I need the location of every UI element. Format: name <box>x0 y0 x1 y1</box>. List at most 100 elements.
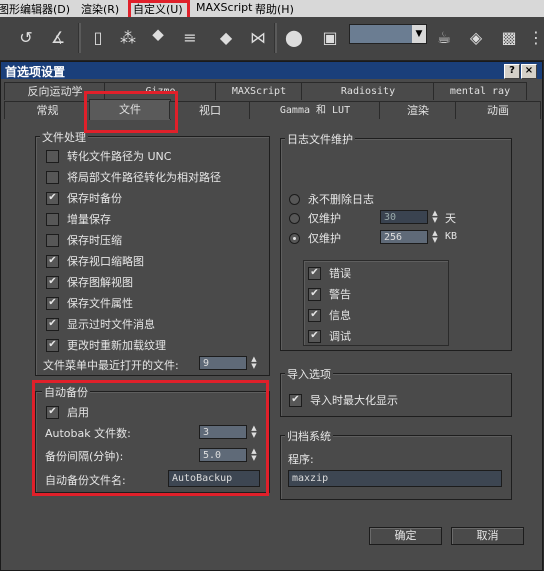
toolbar-separator <box>274 23 277 53</box>
file-option-label: 保存时压缩 <box>67 234 122 247</box>
log-never-delete-row[interactable]: 永不删除日志 <box>289 191 374 207</box>
tab-animation[interactable]: 动画 <box>455 101 541 119</box>
highlight-auto-backup <box>32 380 269 496</box>
file-option-row[interactable]: ✔ 保存视口缩略图 <box>46 253 144 269</box>
file-option-checkbox[interactable] <box>46 149 59 163</box>
cancel-button[interactable]: 取消 <box>451 527 524 545</box>
file-option-row[interactable]: ✔ 显示过时文件消息 <box>46 316 155 332</box>
spinner-arrows-icon[interactable]: ▲ ▼ <box>250 356 258 370</box>
file-option-checkbox[interactable]: ✔ <box>46 296 59 310</box>
log-keep-size-row[interactable]: 仅维护 <box>289 230 341 246</box>
file-option-label: 显示过时文件消息 <box>67 318 155 331</box>
file-option-label: 将局部文件路径转化为相对路径 <box>67 171 221 184</box>
menu-rendering[interactable]: 渲染(R) <box>81 1 119 17</box>
file-option-row[interactable]: ✔ 保存文件属性 <box>46 295 133 311</box>
file-option-checkbox[interactable]: ✔ <box>46 254 59 268</box>
named-selection-icon[interactable]: ▯ <box>86 25 110 49</box>
angle-snap-icon[interactable]: ∡ <box>46 25 70 49</box>
log-level-label: 调试 <box>329 330 351 343</box>
archive-program-label: 程序: <box>288 453 314 466</box>
tab-rendering[interactable]: 渲染 <box>379 101 457 119</box>
render-last-icon[interactable]: ▩ <box>497 25 521 49</box>
render-frame-icon[interactable]: ◈ <box>464 25 488 49</box>
log-level-row[interactable]: ✔ 信息 <box>308 307 351 323</box>
log-level-row[interactable]: ✔ 警告 <box>308 286 351 302</box>
curve-editor-icon[interactable]: ◆ <box>214 25 238 49</box>
help-button[interactable]: ? <box>504 64 520 79</box>
log-level-row[interactable]: ✔ 错误 <box>308 265 351 281</box>
align-icon[interactable]: ⯁ <box>146 25 170 49</box>
tab-radiosity[interactable]: Radiosity <box>301 82 435 100</box>
render-setup-icon[interactable]: ▣ <box>318 25 342 49</box>
log-keep-days-row[interactable]: 仅维护 <box>289 210 341 226</box>
log-size-spinner[interactable]: 256 <box>380 230 428 244</box>
menu-graph-editors[interactable]: 图形编辑器(D) <box>0 1 70 17</box>
file-option-checkbox[interactable] <box>46 233 59 247</box>
file-option-row[interactable]: 转化文件路径为 UNC <box>46 148 171 164</box>
material-editor-icon[interactable]: ⬤ <box>282 25 306 49</box>
log-level-checkbox[interactable]: ✔ <box>308 287 321 301</box>
close-button[interactable]: × <box>521 64 537 79</box>
file-option-row[interactable]: ✔ 保存时备份 <box>46 190 122 206</box>
import-options-title: 导入选项 <box>285 366 333 382</box>
tab-mental-ray[interactable]: mental ray <box>433 82 527 100</box>
schematic-view-icon[interactable]: ⋈ <box>246 25 270 49</box>
layer-manager-icon[interactable]: ≡ <box>178 25 202 49</box>
highlight-files-tab <box>84 91 178 133</box>
file-option-label: 保存时备份 <box>67 192 122 205</box>
menu-bar: 图形编辑器(D) 渲染(R) 自定义(U) MAXScript 帮助(H) <box>0 0 544 17</box>
tab-general[interactable]: 常规 <box>4 101 91 119</box>
file-option-row[interactable]: 保存时压缩 <box>46 232 122 248</box>
log-days-unit: 天 <box>445 212 456 225</box>
file-handling-title: 文件处理 <box>40 129 88 145</box>
log-days-spinner[interactable]: 30 <box>380 210 428 224</box>
file-option-label: 更改时重新加载纹理 <box>67 339 166 352</box>
file-option-label: 保存视口缩略图 <box>67 255 144 268</box>
log-level-row[interactable]: ✔ 调试 <box>308 328 351 344</box>
spinner-arrows-icon[interactable]: ▲ ▼ <box>431 210 439 224</box>
file-option-checkbox[interactable]: ✔ <box>46 338 59 352</box>
menu-help[interactable]: 帮助(H) <box>255 1 294 17</box>
menu-maxscript[interactable]: MAXScript <box>196 1 252 14</box>
file-option-checkbox[interactable]: ✔ <box>46 275 59 289</box>
file-option-row[interactable]: 将局部文件路径转化为相对路径 <box>46 169 221 185</box>
render-preset-dropdown[interactable]: ▼ <box>349 24 427 44</box>
recent-files-spinner[interactable]: 9 <box>199 356 247 370</box>
tab-maxscript[interactable]: MAXScript <box>215 82 303 100</box>
file-option-row[interactable]: ✔ 保存图解视图 <box>46 274 133 290</box>
mirror-icon[interactable]: ⁂ <box>116 25 140 49</box>
file-option-checkbox[interactable]: ✔ <box>46 191 59 205</box>
archive-program-input[interactable]: maxzip <box>288 470 502 487</box>
log-keep-size-radio[interactable] <box>289 232 300 244</box>
ok-button[interactable]: 确定 <box>369 527 442 545</box>
file-option-row[interactable]: 增量保存 <box>46 211 111 227</box>
recent-files-row: 文件菜单中最近打开的文件: <box>43 357 179 373</box>
tab-gamma-lut[interactable]: Gamma 和 LUT <box>249 101 381 119</box>
log-level-checkbox[interactable]: ✔ <box>308 308 321 322</box>
toolbar-more-icon[interactable]: ⋮ <box>524 25 544 49</box>
snap-toggle-icon[interactable]: ↺ <box>14 25 38 49</box>
log-size-unit: KB <box>445 231 458 242</box>
toolbar-separator <box>78 23 81 53</box>
file-option-row[interactable]: ✔ 更改时重新加载纹理 <box>46 337 166 353</box>
spinner-arrows-icon[interactable]: ▲ ▼ <box>431 230 439 244</box>
log-keep-days-radio[interactable] <box>289 212 300 224</box>
log-level-checkbox[interactable]: ✔ <box>308 329 321 343</box>
chevron-down-icon[interactable]: ▼ <box>412 25 426 43</box>
file-option-label: 转化文件路径为 UNC <box>67 150 172 163</box>
log-never-delete-radio[interactable] <box>289 193 300 205</box>
file-option-checkbox[interactable]: ✔ <box>46 317 59 331</box>
log-never-delete-label: 永不删除日志 <box>308 193 374 206</box>
file-option-checkbox[interactable] <box>46 212 59 226</box>
tab-viewports[interactable]: 视口 <box>169 101 251 119</box>
dialog-title: 首选项设置 <box>5 65 66 79</box>
import-maximize-checkbox[interactable]: ✔ <box>289 393 302 407</box>
log-level-checkbox[interactable]: ✔ <box>308 266 321 280</box>
main-toolbar: ↺ ∡ ▯ ⁂ ⯁ ≡ ◆ ⋈ ⬤ ▣ ☕ ◈ ▩ ⋮ <box>0 17 544 61</box>
quick-render-icon[interactable]: ☕ <box>432 25 456 49</box>
import-maximize-label: 导入时最大化显示 <box>310 394 398 407</box>
log-level-label: 信息 <box>329 309 351 322</box>
file-option-label: 增量保存 <box>67 213 111 226</box>
import-maximize-row[interactable]: ✔ 导入时最大化显示 <box>289 392 398 408</box>
file-option-checkbox[interactable] <box>46 170 59 184</box>
